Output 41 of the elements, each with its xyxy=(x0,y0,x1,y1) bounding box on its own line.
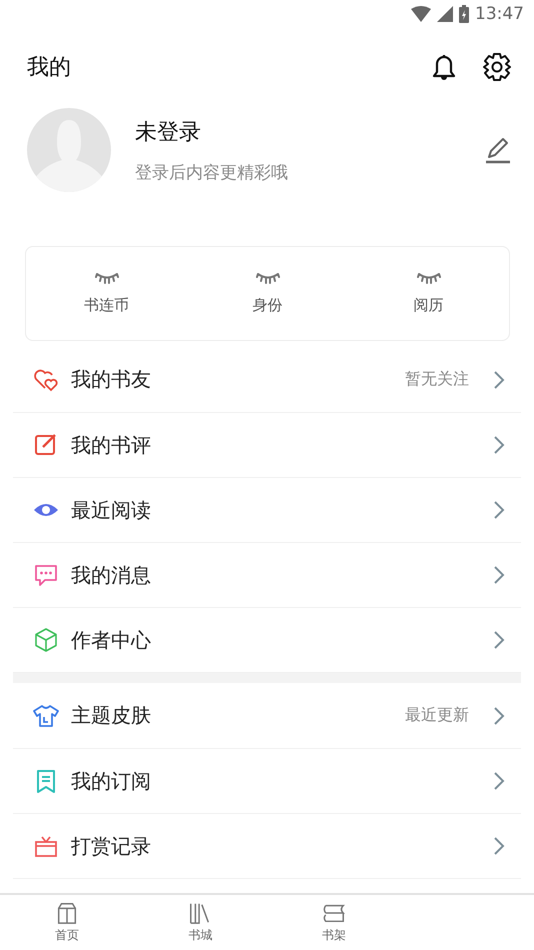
chevron-icon xyxy=(493,771,505,791)
wifi-icon xyxy=(411,6,431,22)
tab[interactable]: 书城 xyxy=(134,895,267,950)
cube-icon xyxy=(33,627,59,653)
menu-item[interactable]: 我的消息 xyxy=(13,543,521,608)
closed-eye-icon xyxy=(94,272,118,284)
bell-icon[interactable] xyxy=(430,52,458,82)
page-title: 我的 xyxy=(27,54,72,82)
edit-icon xyxy=(33,432,59,458)
pencil-icon[interactable] xyxy=(484,136,512,164)
menu-hint: 暂无关注 xyxy=(405,369,469,390)
chevron-icon xyxy=(493,630,505,650)
stat-label[interactable]: 身份 xyxy=(252,296,282,315)
chevron-icon xyxy=(493,500,505,520)
chevron-icon xyxy=(493,706,505,726)
menu-hint: 最近更新 xyxy=(405,705,469,726)
tab[interactable]: 首页 xyxy=(0,895,134,950)
menu-item[interactable]: 最近阅读 xyxy=(13,478,521,543)
closed-eye-icon xyxy=(256,272,280,284)
closed-eye-icon xyxy=(416,272,440,284)
settings-icon[interactable] xyxy=(482,52,512,82)
menu-item[interactable]: 打赏记录 xyxy=(13,814,521,879)
menu-item[interactable]: 我的书友 暂无关注 xyxy=(13,347,521,413)
shirt-icon xyxy=(33,702,59,728)
chevron-icon xyxy=(493,370,505,390)
battery-icon xyxy=(459,5,469,23)
username: 未登录 xyxy=(135,118,202,146)
chevron-icon xyxy=(493,435,505,455)
status-time: 13:47 xyxy=(475,4,524,24)
login-hint: 登录后内容更精彩哦 xyxy=(135,162,289,184)
stat-label[interactable]: 阅历 xyxy=(414,296,444,315)
chevron-icon xyxy=(493,836,505,856)
hearts-icon xyxy=(33,366,59,392)
chevron-icon xyxy=(493,565,505,585)
stat-label[interactable]: 书连币 xyxy=(84,296,129,315)
menu-item[interactable]: 我的书评 xyxy=(13,413,521,478)
signal-icon xyxy=(437,6,453,22)
menu-item[interactable]: 我的订阅 xyxy=(13,749,521,814)
chat-icon xyxy=(33,562,59,588)
tab[interactable]: 书架 xyxy=(267,895,400,950)
menu-item[interactable]: 主题皮肤 最近更新 xyxy=(13,683,521,749)
